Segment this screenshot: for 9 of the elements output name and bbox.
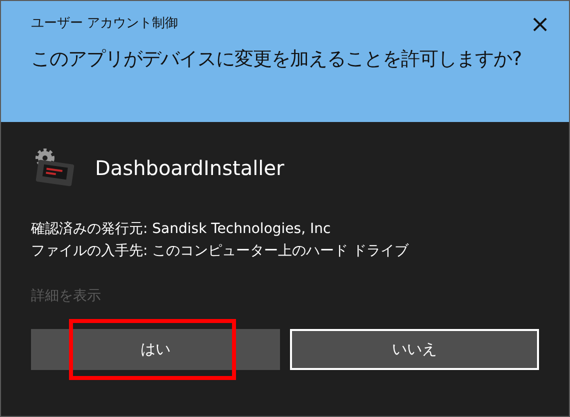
question-text: このアプリがデバイスに変更を加えることを許可しますか? [31, 47, 523, 72]
window-title: ユーザー アカウント制御 [31, 15, 178, 34]
close-button[interactable]: × [525, 11, 555, 37]
dialog-button[interactable]: いいえ [290, 329, 539, 370]
app-icon [33, 148, 75, 188]
app-name: DashboardInstaller [95, 155, 284, 182]
publisher-info: 確認済みの発行元: Sandisk Technologies, Inc [31, 220, 332, 239]
publisher-info: ファイルの入手先: このコンピューター上のハード ドライブ [31, 242, 410, 261]
dialog-button[interactable]: はい [31, 329, 280, 370]
